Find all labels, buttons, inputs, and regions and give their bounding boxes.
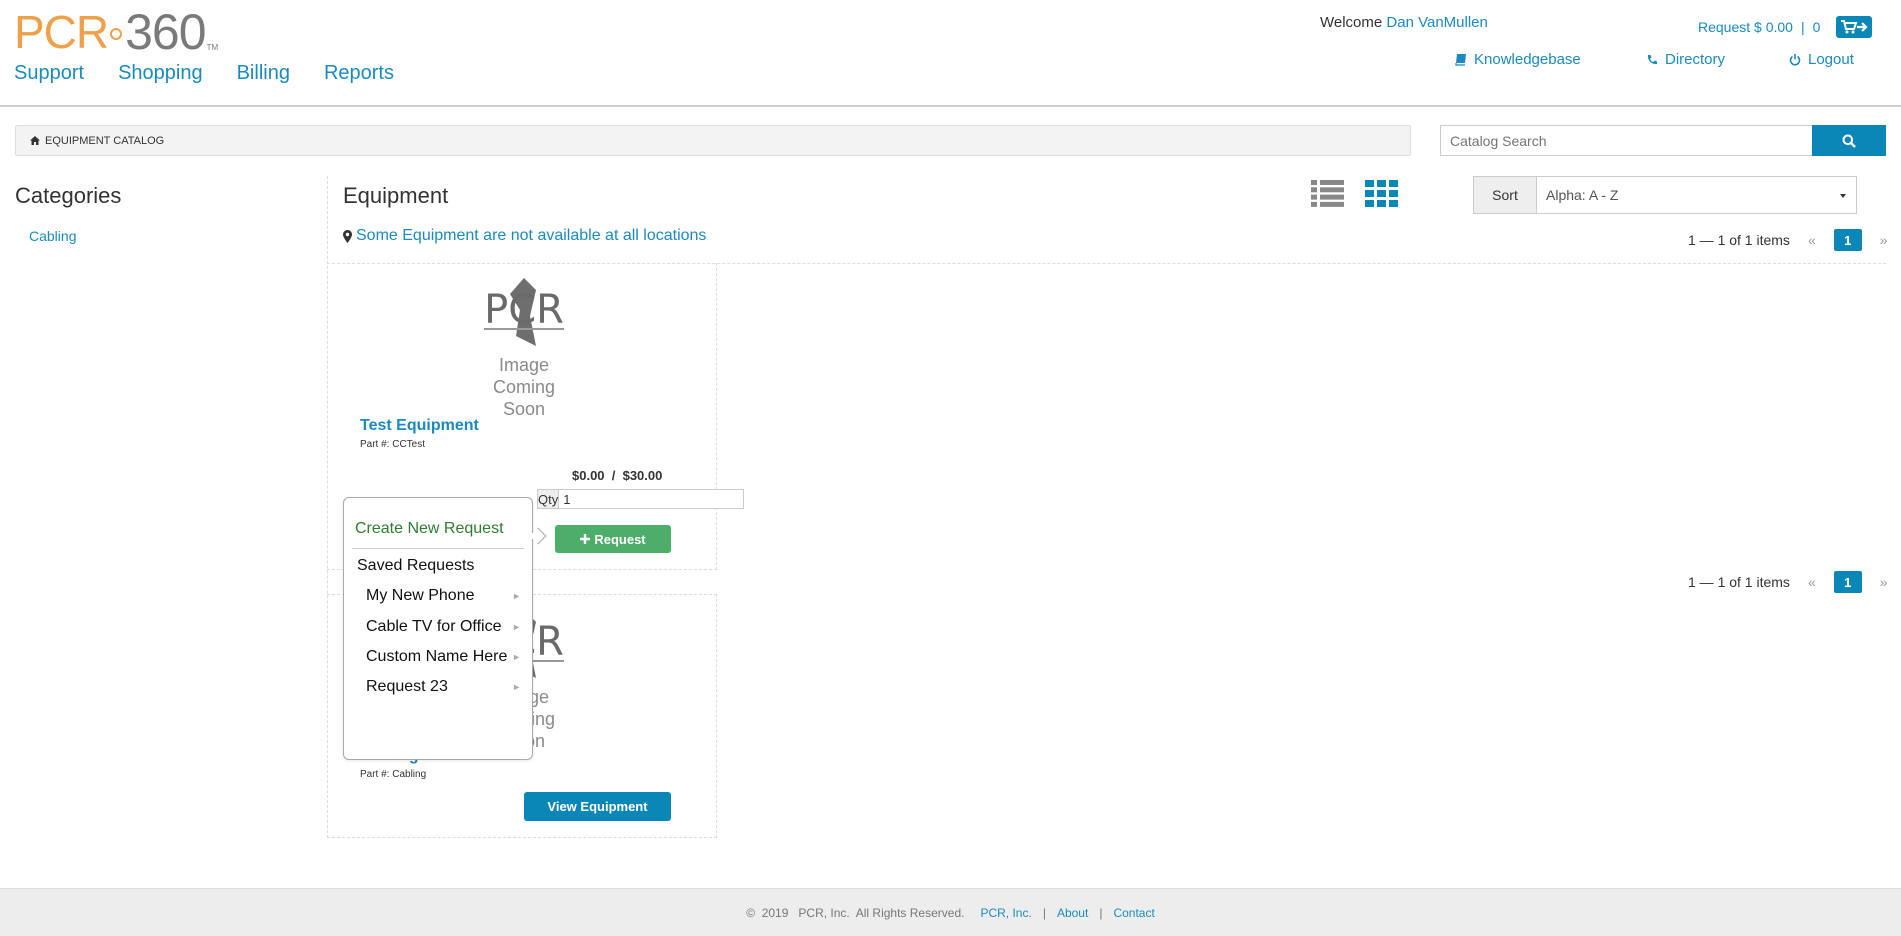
catalog-search-input[interactable] bbox=[1440, 125, 1812, 156]
nav-billing[interactable]: Billing bbox=[237, 62, 290, 85]
logout-label: Logout bbox=[1808, 51, 1854, 68]
search-icon bbox=[1842, 134, 1856, 148]
chevron-right-icon: ► bbox=[512, 652, 521, 662]
availability-note-text: Some Equipment are not available at all … bbox=[356, 227, 707, 244]
placeholder-line-2: Coming Soon bbox=[492, 377, 556, 419]
pcr-placeholder-logo-icon: PCR bbox=[484, 278, 564, 346]
saved-request-label: Cable TV for Office bbox=[366, 618, 502, 635]
welcome-message: Welcome Dan VanMullen bbox=[1320, 14, 1488, 31]
main-nav: Support Shopping Billing Reports bbox=[14, 62, 394, 85]
saved-request-label: Request 23 bbox=[366, 678, 448, 695]
placeholder-caption: Image Coming Soon bbox=[470, 354, 578, 420]
cart-count-link[interactable]: 0 bbox=[1813, 19, 1821, 35]
sort-selected-value: Alpha: A - Z bbox=[1546, 187, 1619, 203]
user-name-link[interactable]: Dan VanMullen bbox=[1386, 14, 1487, 31]
product-name-link[interactable]: Test Equipment bbox=[360, 417, 479, 435]
nav-shopping[interactable]: Shopping bbox=[118, 62, 203, 85]
breadcrumb: EQUIPMENT CATALOG bbox=[15, 125, 1411, 156]
caret-down-icon bbox=[1840, 194, 1846, 198]
header-divider bbox=[0, 105, 1901, 107]
footer-link-pcr[interactable]: PCR, Inc. bbox=[980, 906, 1031, 920]
map-marker-icon bbox=[343, 229, 352, 243]
home-icon[interactable] bbox=[30, 136, 40, 145]
pager-next-button[interactable]: » bbox=[1880, 574, 1888, 590]
footer-separator: | bbox=[1042, 905, 1046, 920]
saved-request-item[interactable]: Cable TV for Office ► bbox=[366, 618, 528, 636]
cart-checkout-button[interactable] bbox=[1836, 16, 1873, 38]
view-equipment-button[interactable]: View Equipment bbox=[524, 792, 671, 821]
product-price: $0.00 / $30.00 bbox=[572, 468, 663, 483]
placeholder-logo-text: PCR bbox=[484, 287, 564, 333]
product-part-number: Part #: CCTest bbox=[360, 439, 426, 450]
qty-input[interactable] bbox=[559, 489, 745, 509]
footer-link-about[interactable]: About bbox=[1057, 906, 1088, 920]
image-placeholder: PCR Image Coming Soon bbox=[470, 276, 578, 420]
popup-divider bbox=[352, 548, 524, 549]
sort-select[interactable]: Alpha: A - Z bbox=[1537, 176, 1857, 214]
nav-support[interactable]: Support bbox=[14, 62, 84, 85]
logo-brand: PCR bbox=[14, 6, 109, 58]
welcome-label: Welcome bbox=[1320, 14, 1383, 31]
chevron-right-icon: ► bbox=[512, 622, 521, 632]
equipment-title: Equipment bbox=[343, 183, 449, 208]
grid-view-icon[interactable] bbox=[1365, 180, 1398, 207]
pager-next-button[interactable]: » bbox=[1880, 232, 1888, 248]
footer-separator: | bbox=[1099, 905, 1103, 920]
pager-prev-button[interactable]: « bbox=[1808, 232, 1816, 248]
cart-summary: Request $ 0.00 | 0 bbox=[1698, 16, 1873, 38]
logout-link[interactable]: Logout bbox=[1789, 51, 1854, 68]
search-button[interactable] bbox=[1812, 125, 1886, 156]
saved-request-item[interactable]: Request 23 ► bbox=[366, 678, 528, 696]
category-cabling[interactable]: Cabling bbox=[29, 228, 76, 244]
cart-separator: | bbox=[1800, 19, 1805, 35]
sort-label: Sort bbox=[1473, 176, 1537, 214]
sort-control: Sort Alpha: A - Z bbox=[1473, 176, 1857, 214]
saved-requests-heading: Saved Requests bbox=[357, 557, 475, 574]
qty-label: Qty bbox=[537, 489, 560, 509]
pager-prev-button[interactable]: « bbox=[1808, 574, 1816, 590]
power-icon bbox=[1789, 54, 1801, 66]
pager-summary: 1 — 1 of 1 items bbox=[1688, 232, 1790, 248]
saved-request-item[interactable]: Custom Name Here ► bbox=[366, 648, 528, 666]
logo-dot bbox=[110, 28, 123, 40]
pagination-top: 1 — 1 of 1 items « 1 » bbox=[1688, 229, 1888, 251]
saved-request-label: Custom Name Here bbox=[366, 648, 508, 665]
add-request-label: Request bbox=[594, 531, 646, 547]
directory-link[interactable]: Directory bbox=[1646, 51, 1725, 68]
pager-summary: 1 — 1 of 1 items bbox=[1688, 574, 1790, 590]
quantity-field: Qty bbox=[537, 489, 745, 509]
pcr360-logo[interactable]: PCR 360 TM bbox=[14, 4, 219, 60]
availability-note[interactable]: Some Equipment are not available at all … bbox=[343, 227, 706, 245]
saved-request-label: My New Phone bbox=[366, 587, 475, 604]
categories-title: Categories bbox=[15, 183, 122, 208]
directory-label: Directory bbox=[1665, 51, 1726, 68]
logo-tm: TM bbox=[206, 43, 219, 52]
pager-page-1[interactable]: 1 bbox=[1833, 571, 1862, 593]
create-new-request-item[interactable]: Create New Request bbox=[355, 520, 504, 538]
add-request-button[interactable]: Request bbox=[555, 525, 671, 553]
nav-reports[interactable]: Reports bbox=[324, 62, 394, 85]
knowledgebase-label: Knowledgebase bbox=[1474, 51, 1581, 68]
cart-arrow-icon bbox=[1841, 20, 1868, 34]
pagination-bottom: 1 — 1 of 1 items « 1 » bbox=[1688, 571, 1888, 593]
chevron-right-icon: ► bbox=[512, 682, 521, 692]
product-part-number: Part #: Cabling bbox=[360, 769, 427, 780]
chevron-right-icon: ► bbox=[512, 591, 521, 601]
catalog-search bbox=[1440, 125, 1886, 156]
placeholder-line-1: Image bbox=[498, 355, 550, 375]
phone-icon bbox=[1647, 54, 1657, 64]
saved-request-item[interactable]: My New Phone ► bbox=[366, 587, 528, 605]
footer-link-contact[interactable]: Contact bbox=[1113, 906, 1154, 920]
request-total-link[interactable]: Request $ 0.00 bbox=[1698, 19, 1793, 35]
pager-page-1[interactable]: 1 bbox=[1833, 229, 1862, 251]
footer: © 2019 PCR, Inc. All Rights Reserved. PC… bbox=[0, 888, 1901, 936]
request-popup-menu: Create New Request Saved Requests My New… bbox=[343, 497, 547, 760]
logo-number: 360 bbox=[125, 4, 206, 60]
book-icon bbox=[1455, 54, 1466, 66]
knowledgebase-link[interactable]: Knowledgebase bbox=[1455, 51, 1581, 68]
breadcrumb-current: EQUIPMENT CATALOG bbox=[45, 134, 165, 147]
plus-icon bbox=[580, 534, 591, 544]
list-view-icon[interactable] bbox=[1311, 180, 1344, 207]
footer-copyright: © 2019 PCR, Inc. All Rights Reserved. bbox=[746, 905, 965, 920]
